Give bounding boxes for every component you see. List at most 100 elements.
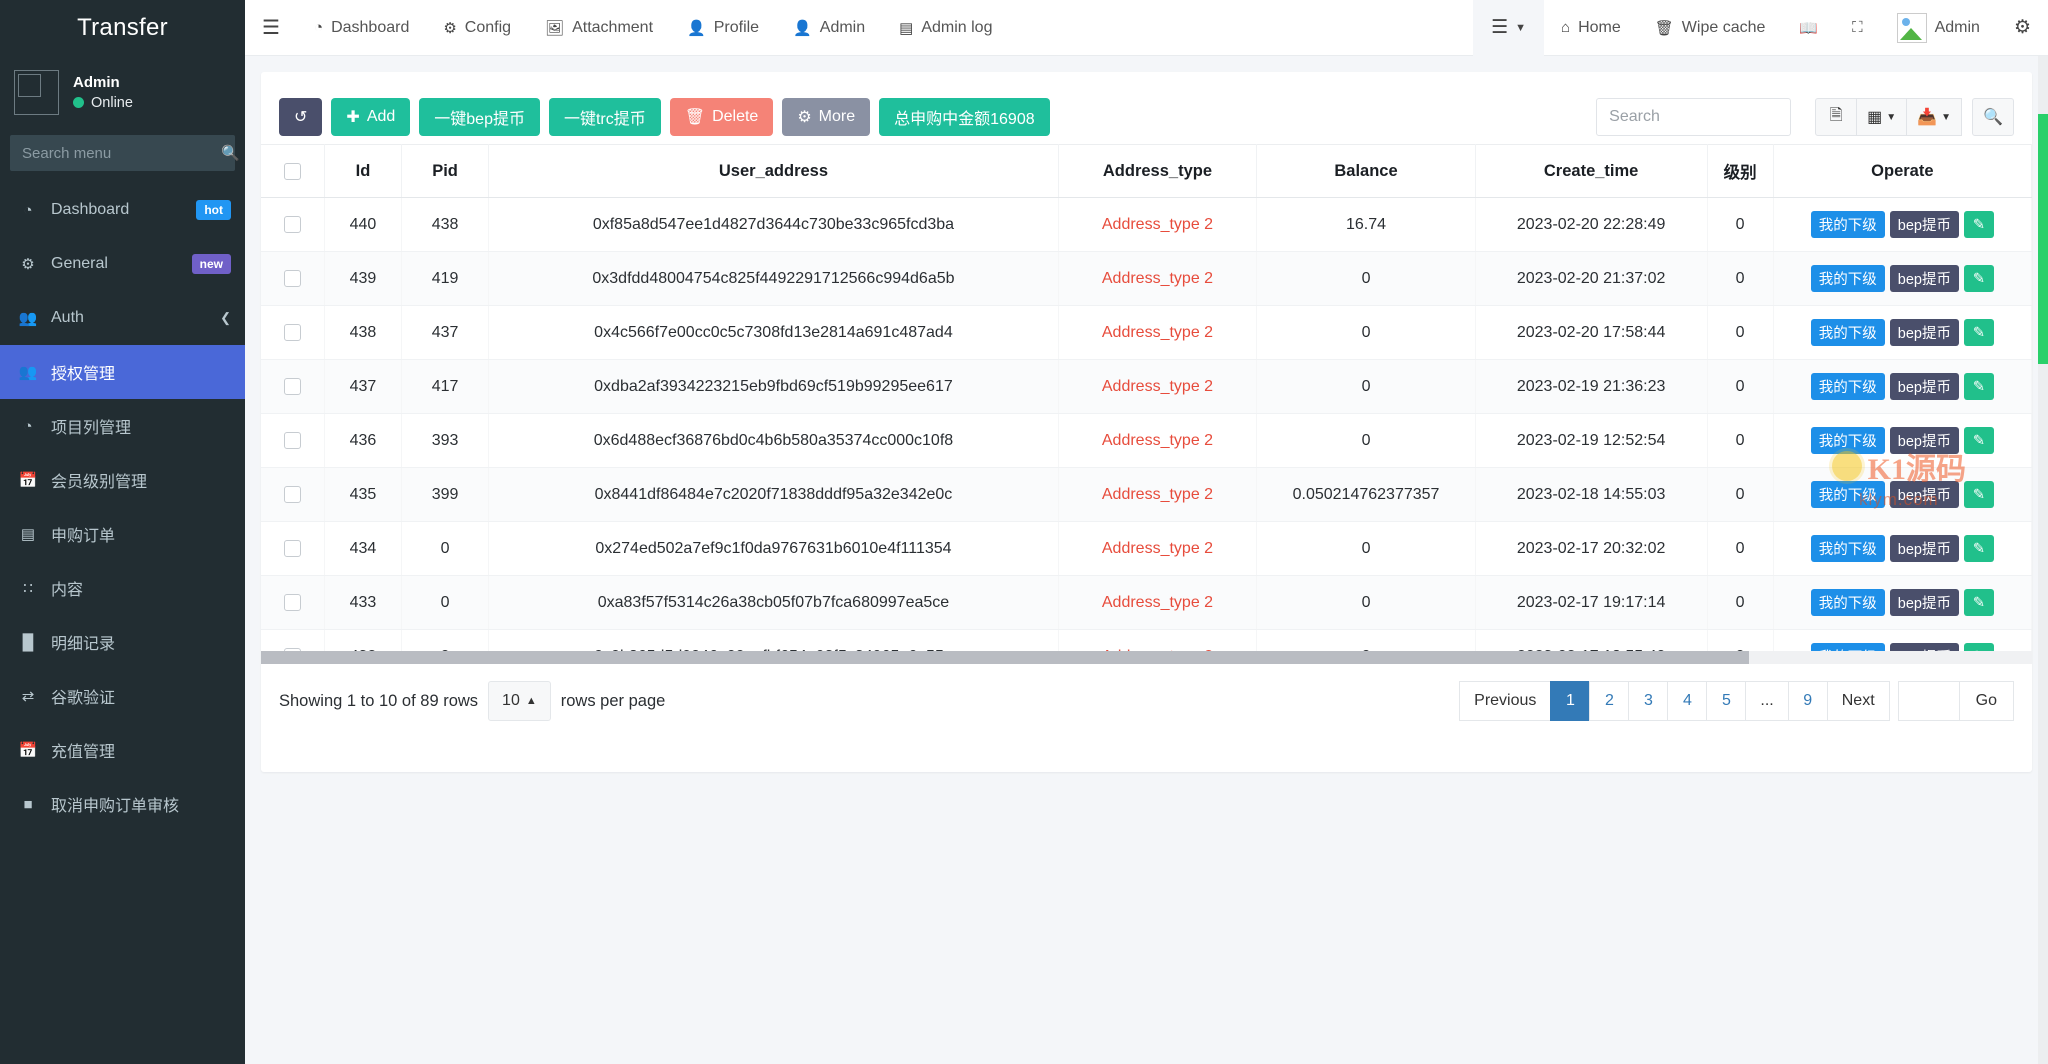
page-button-9[interactable]: 9 xyxy=(1788,681,1828,721)
row-checkbox[interactable] xyxy=(284,432,301,449)
edit-icon[interactable]: ✎ xyxy=(1964,265,1994,292)
row-checkbox[interactable] xyxy=(284,378,301,395)
toolbar-button-3[interactable]: 🗑Delete xyxy=(670,98,774,136)
toolbar-button-5[interactable]: 总申购中金额16908 xyxy=(879,98,1050,136)
my-subordinate-button[interactable]: 我的下级 xyxy=(1811,589,1885,616)
cell-operate: 我的下级 bep提币 ✎ xyxy=(1773,522,2031,576)
topnav-item-dashboard[interactable]: ◔ Dashboard xyxy=(297,0,426,56)
bep-withdraw-button[interactable]: bep提币 xyxy=(1890,211,1959,238)
sidebar-item-5: 📅 会员级别管理 xyxy=(0,453,245,507)
bep-withdraw-button[interactable]: bep提币 xyxy=(1890,481,1959,508)
topnav-item-admin-log[interactable]: ▤ Admin log xyxy=(882,0,1009,56)
rows-per-page-select[interactable]: 10 ▲ xyxy=(488,681,551,721)
goto-page-input[interactable] xyxy=(1898,681,1960,721)
sidebar-item-3: 👥 授权管理 xyxy=(0,345,245,399)
my-subordinate-button[interactable]: 我的下级 xyxy=(1811,427,1885,454)
sidebar-link-9[interactable]: ⇄ 谷歌验证 xyxy=(0,669,245,723)
page-button-next[interactable]: Next xyxy=(1827,681,1890,721)
bep-withdraw-button[interactable]: bep提币 xyxy=(1890,319,1959,346)
sidebar-link-7[interactable]: ∷ 内容 xyxy=(0,561,245,615)
select-all-checkbox[interactable] xyxy=(284,163,301,180)
edit-icon[interactable]: ✎ xyxy=(1964,211,1994,238)
toolbar-button-2[interactable]: 一键trc提币 xyxy=(549,98,661,136)
topnav-item-wipe-cache[interactable]: 🗑 Wipe cache xyxy=(1638,0,1783,56)
hamburger-icon[interactable]: ☰ xyxy=(245,0,297,56)
cell-pid: 0 xyxy=(401,522,488,576)
sidebar-search[interactable]: 🔍 xyxy=(10,135,235,171)
search-icon: 🔍 xyxy=(221,144,240,162)
search-menu-input[interactable] xyxy=(22,145,221,162)
page-button-2[interactable]: 2 xyxy=(1589,681,1629,721)
sidebar-badge-new: new xyxy=(192,254,231,274)
sidebar-link-8[interactable]: █ 明细记录 xyxy=(0,615,245,669)
my-subordinate-button[interactable]: 我的下级 xyxy=(1811,211,1885,238)
bep-withdraw-button[interactable]: bep提币 xyxy=(1890,535,1959,562)
sidebar-link-4[interactable]: ◔ 项目列管理 xyxy=(0,399,245,453)
my-subordinate-button[interactable]: 我的下级 xyxy=(1811,535,1885,562)
refresh-button[interactable]: ↺ xyxy=(279,98,322,136)
fullscreen-icon[interactable]: ⛶ xyxy=(1835,0,1880,56)
book-flip-icon[interactable]: 📖 xyxy=(1782,0,1835,56)
export-icon[interactable]: 📥▼ xyxy=(1906,98,1962,136)
cell-operate: 我的下级 bep提币 ✎ xyxy=(1773,306,2031,360)
row-checkbox[interactable] xyxy=(284,216,301,233)
toolbar-button-4[interactable]: ⚙More xyxy=(782,98,870,136)
page-button-4[interactable]: 4 xyxy=(1667,681,1707,721)
data-card: ↺ ✚Add一键bep提币一键trc提币🗑Delete⚙More总申购中金额16… xyxy=(261,72,2032,772)
scrollbar-thumb[interactable] xyxy=(261,651,1749,664)
page-button-3[interactable]: 3 xyxy=(1628,681,1668,721)
sidebar-link-3[interactable]: 👥 授权管理 xyxy=(0,345,245,399)
gears-icon[interactable]: ⚙ xyxy=(1997,0,2048,56)
sidebar-link-11[interactable]: ■ 取消申购订单审核 xyxy=(0,777,245,831)
my-subordinate-button[interactable]: 我的下级 xyxy=(1811,265,1885,292)
bep-withdraw-button[interactable]: bep提币 xyxy=(1890,265,1959,292)
page-button-5[interactable]: 5 xyxy=(1706,681,1746,721)
my-subordinate-button[interactable]: 我的下级 xyxy=(1811,319,1885,346)
row-checkbox[interactable] xyxy=(284,270,301,287)
page-scrollbar[interactable] xyxy=(2038,56,2048,1064)
bep-withdraw-button[interactable]: bep提币 xyxy=(1890,589,1959,616)
search-input[interactable] xyxy=(1596,98,1791,136)
data-table: IdPidUser_addressAddress_typeBalanceCrea… xyxy=(261,144,2032,664)
row-checkbox[interactable] xyxy=(284,324,301,341)
edit-icon[interactable]: ✎ xyxy=(1964,535,1994,562)
page-button-previous[interactable]: Previous xyxy=(1459,681,1551,721)
topnav-item-home[interactable]: ⌂ Home xyxy=(1544,0,1638,56)
page-scrollbar-thumb[interactable] xyxy=(2038,114,2048,364)
table-header-row: IdPidUser_addressAddress_typeBalanceCrea… xyxy=(261,145,2032,198)
row-checkbox[interactable] xyxy=(284,486,301,503)
row-checkbox[interactable] xyxy=(284,594,301,611)
my-subordinate-button[interactable]: 我的下级 xyxy=(1811,481,1885,508)
edit-icon[interactable]: ✎ xyxy=(1964,589,1994,616)
toolbar-button-1[interactable]: 一键bep提币 xyxy=(419,98,540,136)
edit-icon[interactable]: ✎ xyxy=(1964,427,1994,454)
sidebar-link-2[interactable]: 👥 Auth ❮ xyxy=(0,291,245,345)
sidebar-link-1[interactable]: ⚙ General new xyxy=(0,237,245,291)
topnav-item-config[interactable]: ⚙ Config xyxy=(426,0,528,56)
my-subordinate-button[interactable]: 我的下级 xyxy=(1811,373,1885,400)
sidebar-link-10[interactable]: 📅 充值管理 xyxy=(0,723,245,777)
topnav-item-attachment[interactable]: 🖼 Attachment xyxy=(528,0,670,56)
table-list-icon[interactable]: 🗎 xyxy=(1815,98,1857,136)
go-button[interactable]: Go xyxy=(1959,681,2014,721)
columns-grid-icon[interactable]: ▦▼ xyxy=(1856,98,1907,136)
cell-level: 0 xyxy=(1707,306,1773,360)
topnav-item-admin[interactable]: 👤 Admin xyxy=(776,0,882,56)
sidebar-link-0[interactable]: ◔ Dashboard hot xyxy=(0,183,245,237)
edit-icon[interactable]: ✎ xyxy=(1964,481,1994,508)
horizontal-scrollbar[interactable] xyxy=(261,651,2032,664)
sidebar-link-6[interactable]: ▤ 申购订单 xyxy=(0,507,245,561)
toolbar-button-0[interactable]: ✚Add xyxy=(331,98,410,136)
topnav-item-profile[interactable]: 👤 Profile xyxy=(670,0,776,56)
edit-icon[interactable]: ✎ xyxy=(1964,373,1994,400)
bep-withdraw-button[interactable]: bep提币 xyxy=(1890,427,1959,454)
list-dropdown-icon[interactable]: ☰▼ xyxy=(1473,0,1544,56)
search-icon[interactable]: 🔍 xyxy=(1972,98,2014,136)
row-checkbox[interactable] xyxy=(284,540,301,557)
sidebar-link-5[interactable]: 📅 会员级别管理 xyxy=(0,453,245,507)
edit-icon[interactable]: ✎ xyxy=(1964,319,1994,346)
account-menu[interactable]: Admin xyxy=(1880,0,1997,56)
bep-withdraw-button[interactable]: bep提币 xyxy=(1890,373,1959,400)
page-button-1[interactable]: 1 xyxy=(1550,681,1590,721)
page-button-dotdotdot[interactable]: ... xyxy=(1745,681,1788,721)
